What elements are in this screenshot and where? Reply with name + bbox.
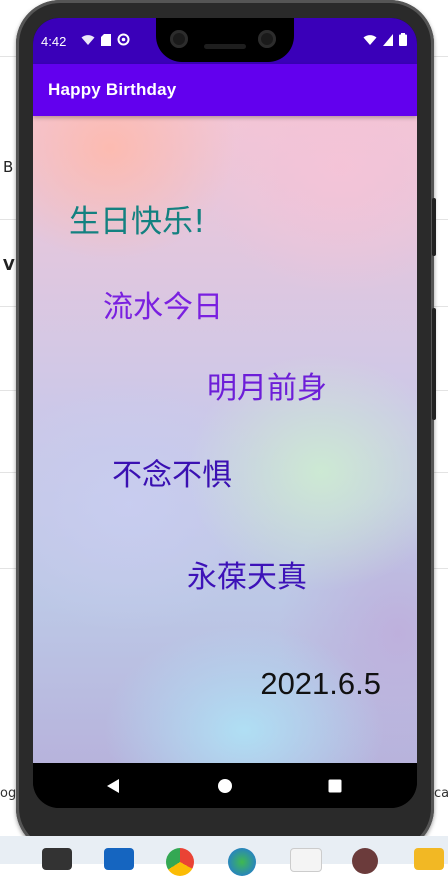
taskbar <box>0 836 448 876</box>
date-text: 2021.6.5 <box>260 666 381 701</box>
background-letter-v: V <box>3 256 15 274</box>
background-bottom-left-text: og <box>0 786 17 801</box>
phone-screen: 4:42 Happy Birthday 生日快乐! 流水今日 明月前身 不念不惧… <box>33 18 417 808</box>
status-bar: 4:42 <box>33 18 417 64</box>
poem-line-3: 不念不惧 <box>112 458 232 493</box>
status-icons-left <box>81 33 130 46</box>
navigation-bar <box>33 763 417 808</box>
front-camera-left <box>170 30 188 48</box>
folder-icon[interactable] <box>414 848 444 870</box>
signal-icon <box>383 33 393 46</box>
camera-notch <box>156 18 294 62</box>
battery-icon <box>399 33 407 46</box>
sync-icon <box>117 33 130 46</box>
text-app-icon[interactable] <box>290 848 322 872</box>
earpiece-speaker <box>204 44 246 49</box>
background-bottom-right-text: ca <box>434 786 448 801</box>
front-camera-right <box>258 30 276 48</box>
volume-button[interactable] <box>432 308 436 420</box>
app-bar: Happy Birthday <box>33 64 417 116</box>
chrome-icon[interactable] <box>166 848 194 876</box>
poem-line-2: 明月前身 <box>207 371 327 406</box>
wifi-icon <box>363 34 377 45</box>
poem-line-4: 永葆天真 <box>187 560 307 595</box>
home-button[interactable] <box>216 777 234 795</box>
triangle-back-icon <box>107 779 119 793</box>
square-recents-icon <box>328 779 342 793</box>
power-button[interactable] <box>432 198 436 256</box>
poem-line-1: 流水今日 <box>103 290 223 325</box>
app-title: Happy Birthday <box>48 80 177 99</box>
wifi-question-icon <box>81 34 95 45</box>
avatar-icon[interactable] <box>352 848 378 874</box>
status-icons-right <box>363 33 407 46</box>
recents-button[interactable] <box>326 777 344 795</box>
circle-home-icon <box>218 779 232 793</box>
background-letter-b: B <box>3 158 14 176</box>
greeting-line: 生日快乐! <box>69 204 206 240</box>
birthday-card: 生日快乐! 流水今日 明月前身 不念不惧 永葆天真 2021.6.5 <box>33 116 417 763</box>
back-button[interactable] <box>104 777 122 795</box>
briefcase-icon[interactable] <box>42 848 72 870</box>
mail-icon[interactable] <box>104 848 134 870</box>
sd-card-icon <box>101 33 111 46</box>
status-time: 4:42 <box>41 34 67 49</box>
globe-icon[interactable] <box>228 848 256 876</box>
